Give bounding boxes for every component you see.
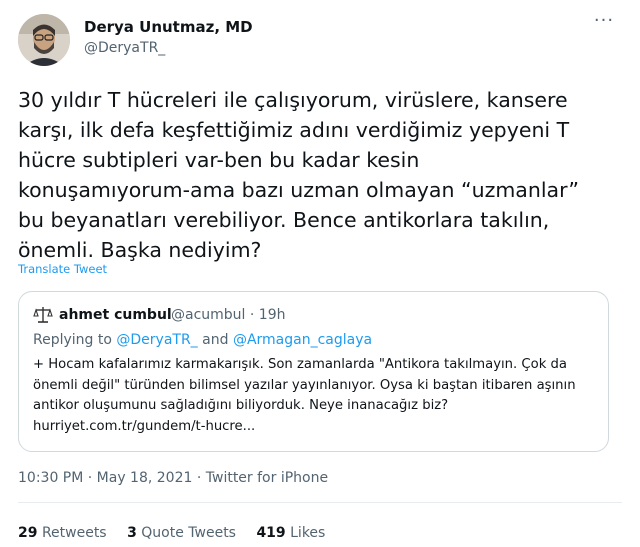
more-options-icon[interactable]: ··· [592, 12, 616, 34]
quote-tweets-stat[interactable]: 3 Quote Tweets [127, 525, 236, 541]
quoted-author-name: ahmet cumbul [59, 307, 172, 323]
quoted-author-handle-time: @acumbul · 19h [171, 307, 286, 323]
tweet: Derya Unutmaz, MD @DeryaTR_ ··· 30 yıldı… [0, 0, 640, 547]
retweets-count: 29 [18, 525, 38, 541]
tweet-text: 30 yıldır T hücreleri ile çalışıyorum, v… [18, 88, 580, 262]
likes-count: 419 [256, 525, 286, 541]
divider [18, 502, 622, 503]
avatar-image [18, 14, 70, 66]
replying-and-label: and [202, 332, 229, 348]
quote-tweets-label: Quote Tweets [141, 525, 236, 541]
retweets-label: Retweets [41, 525, 107, 541]
author-name[interactable]: Derya Unutmaz, MD [84, 18, 253, 36]
replying-user-link[interactable]: @DeryaTR_ [116, 332, 197, 348]
quoted-tweet[interactable]: ahmet cumbul @acumbul · 19h Replying to … [18, 291, 609, 452]
quoted-replying-to: Replying to @DeryaTR_ and @Armagan_cagla… [33, 332, 372, 348]
translate-tweet-link[interactable]: Translate Tweet [18, 262, 107, 276]
quote-tweets-count: 3 [127, 525, 137, 541]
quoted-tweet-text: + Hocam kafalarımız karmakarışık. Son za… [33, 357, 576, 434]
tweet-stats: 29 Retweets 3 Quote Tweets 419 Likes [18, 525, 341, 541]
replying-user-link[interactable]: @Armagan_caglaya [233, 332, 372, 348]
author-handle[interactable]: @DeryaTR_ [84, 40, 165, 56]
retweets-stat[interactable]: 29 Retweets [18, 525, 107, 541]
quoted-avatar-scale-icon [33, 307, 53, 323]
likes-label: Likes [290, 525, 326, 541]
avatar[interactable] [18, 14, 70, 66]
replying-to-label: Replying to [33, 332, 112, 348]
likes-stat[interactable]: 419 Likes [256, 525, 325, 541]
tweet-timestamp-source[interactable]: 10:30 PM · May 18, 2021 · Twitter for iP… [18, 470, 328, 486]
